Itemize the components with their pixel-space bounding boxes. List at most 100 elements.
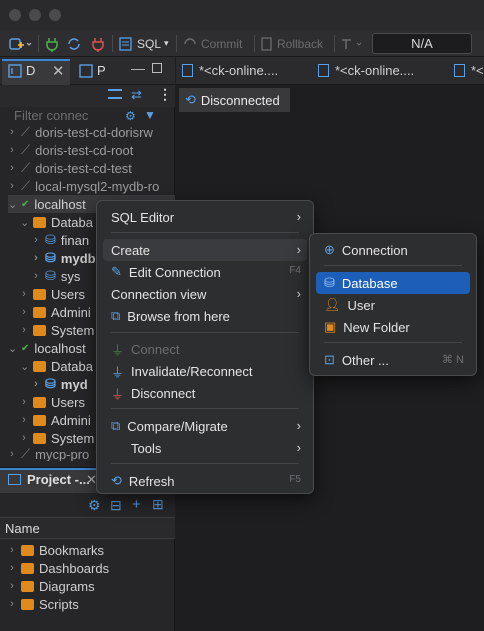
menu-item-browse-from-here[interactable]: ⧉ Browse from here: [103, 305, 307, 327]
projects-icon: [79, 63, 93, 78]
editor-tab[interactable]: *<: [454, 63, 484, 78]
menu-item-new-folder[interactable]: ▣ New Folder: [316, 316, 470, 338]
tree-item-connection[interactable]: › ⟋ doris-test-cd-test: [8, 159, 132, 177]
tree-item-connection[interactable]: › ⟋ local-mysql2-mydb-ro: [8, 177, 159, 195]
project-item-dashboards[interactable]: › Dashboards: [8, 559, 109, 577]
menu-item-create[interactable]: Create ›: [103, 239, 307, 261]
expand-arrow-icon[interactable]: ›: [32, 252, 40, 264]
menu-item-other[interactable]: ⊡ Other ... ⌘ N: [316, 349, 470, 371]
tree-item-connection[interactable]: › ⟋ doris-test-cd-root: [8, 141, 133, 159]
tree-item-connection[interactable]: › ⟋ mycp-pro: [8, 447, 89, 461]
tab-projects[interactable]: P: [79, 63, 106, 78]
maximize-panel-icon[interactable]: [152, 63, 162, 73]
tree-item-database[interactable]: › ⛁ sys: [32, 267, 80, 285]
project-item-bookmarks[interactable]: › Bookmarks: [8, 541, 104, 559]
new-connection-button[interactable]: [8, 34, 32, 53]
expand-arrow-icon[interactable]: ›: [20, 414, 28, 426]
tree-item-users[interactable]: › Users: [20, 285, 85, 303]
expand-arrow-icon[interactable]: ›: [20, 306, 28, 318]
more-options-icon[interactable]: ⋮: [158, 86, 172, 103]
expand-arrow-icon[interactable]: ›: [32, 270, 40, 282]
rollback-button[interactable]: Rollback: [260, 34, 323, 53]
expand-arrow-icon[interactable]: ›: [8, 180, 16, 192]
filter-settings-icon[interactable]: ⚙: [125, 109, 136, 123]
expand-arrow-icon[interactable]: ›: [20, 432, 28, 444]
menu-item-refresh[interactable]: ⟲ Refresh F5: [103, 470, 307, 492]
configure-icon[interactable]: ⚙: [88, 497, 101, 514]
menu-item-invalidate-reconnect[interactable]: ⏚ Invalidate/Reconnect: [103, 360, 307, 382]
sql-editor-button[interactable]: SQL ▾: [118, 34, 169, 53]
zoom-window-icon[interactable]: [49, 9, 61, 21]
menu-item-user[interactable]: 👤︎ User: [316, 294, 470, 316]
expand-arrow-icon[interactable]: ›: [32, 378, 40, 390]
tree-item-database[interactable]: › ⛁ finan: [32, 231, 89, 249]
expand-arrow-icon[interactable]: ›: [8, 598, 16, 610]
transaction-mode-field[interactable]: N/A: [372, 33, 472, 54]
tree-item-label: finan: [60, 232, 90, 248]
disconnect-button[interactable]: [90, 34, 106, 53]
filter-connections-input[interactable]: Filter connec: [14, 108, 88, 123]
expand-arrow-icon[interactable]: ›: [20, 288, 28, 300]
expand-arrow-icon[interactable]: ›: [8, 580, 16, 592]
menu-item-disconnect[interactable]: ⏚ Disconnect: [103, 382, 307, 404]
menu-item-connection[interactable]: ⊕ Connection: [316, 239, 470, 261]
connected-check-icon: ✔: [21, 198, 30, 210]
expand-arrow-icon[interactable]: ›: [20, 324, 28, 336]
menu-item-edit-connection[interactable]: ✎ Edit Connection F4: [103, 261, 307, 283]
expand-arrow-icon[interactable]: ›: [8, 126, 16, 138]
filter-icon[interactable]: ▼: [144, 108, 156, 122]
menu-item-connection-view[interactable]: Connection view ›: [103, 283, 307, 305]
add-icon[interactable]: +: [132, 496, 141, 513]
collapse-arrow-icon[interactable]: ⌄: [8, 342, 17, 355]
expand-icon[interactable]: ⊞: [152, 496, 164, 513]
link-editor-icon[interactable]: ⇄: [131, 87, 142, 103]
tab-database-navigator[interactable]: D: [8, 63, 35, 78]
tree-item-databases[interactable]: ⌄ Databa: [20, 357, 93, 375]
editor-tab[interactable]: *<ck-online....: [182, 63, 278, 78]
tree-item-system-info[interactable]: › System: [20, 429, 94, 447]
expand-arrow-icon[interactable]: ›: [8, 448, 16, 460]
close-window-icon[interactable]: [9, 9, 21, 21]
expand-arrow-icon[interactable]: ›: [8, 562, 16, 574]
collapse-all-icon[interactable]: [108, 89, 122, 99]
tree-item-database[interactable]: › ⛁ mydb: [32, 249, 95, 267]
expand-arrow-icon[interactable]: ›: [20, 396, 28, 408]
tree-item-database[interactable]: › ⛁ myd: [32, 375, 87, 393]
tree-item-users[interactable]: › Users: [20, 393, 85, 411]
rollback-icon: [261, 36, 272, 51]
project-item-scripts[interactable]: › Scripts: [8, 595, 79, 613]
bookmarks-folder-icon: [21, 544, 34, 556]
expand-arrow-icon[interactable]: ›: [8, 544, 16, 556]
tree-item-connection[interactable]: › ⟋ doris-test-cd-dorisrw: [8, 123, 153, 141]
tree-item-system-info[interactable]: › System: [20, 321, 94, 339]
tree-item-label: local-mysql2-mydb-ro: [35, 178, 160, 194]
collapse-arrow-icon[interactable]: ⌄: [20, 360, 29, 373]
collapse-arrow-icon[interactable]: ⌄: [20, 216, 29, 229]
disconnected-label: Disconnected: [200, 92, 280, 108]
toolbar-separator: [254, 35, 255, 52]
tree-item-administer[interactable]: › Admini: [20, 303, 91, 321]
menu-item-compare-migrate[interactable]: ⧉ Compare/Migrate ›: [103, 415, 307, 437]
invalidate-button[interactable]: [66, 34, 82, 53]
menu-item-sql-editor[interactable]: SQL Editor ›: [103, 206, 307, 228]
expand-arrow-icon[interactable]: ›: [32, 234, 40, 246]
expand-arrow-icon[interactable]: ›: [8, 162, 16, 174]
disconnected-tab[interactable]: ⟲ Disconnected: [179, 88, 290, 112]
minimize-window-icon[interactable]: [29, 9, 41, 21]
close-tab-icon[interactable]: ✕: [52, 62, 65, 80]
transaction-mode-button[interactable]: [340, 34, 366, 53]
collapse-arrow-icon[interactable]: ⌄: [8, 198, 17, 211]
tree-item-databases[interactable]: ⌄ Databa: [20, 213, 93, 231]
project-item-diagrams[interactable]: › Diagrams: [8, 577, 94, 595]
minimize-panel-icon[interactable]: —: [131, 60, 145, 76]
tree-item-administer[interactable]: › Admini: [20, 411, 91, 429]
menu-item-tools[interactable]: Tools ›: [103, 437, 307, 459]
collapse-icon[interactable]: ⊟: [110, 497, 122, 514]
commit-button[interactable]: Commit: [182, 34, 242, 53]
main-toolbar: SQL ▾ Commit Rollback N/A: [0, 30, 484, 57]
editor-tab[interactable]: *<ck-online....: [318, 63, 414, 78]
tree-item-localhost[interactable]: ⌄ ✔ localhost: [8, 339, 86, 357]
expand-arrow-icon[interactable]: ›: [8, 144, 16, 156]
connect-button[interactable]: [44, 34, 60, 53]
menu-item-database[interactable]: ⛁ Database: [316, 272, 470, 294]
